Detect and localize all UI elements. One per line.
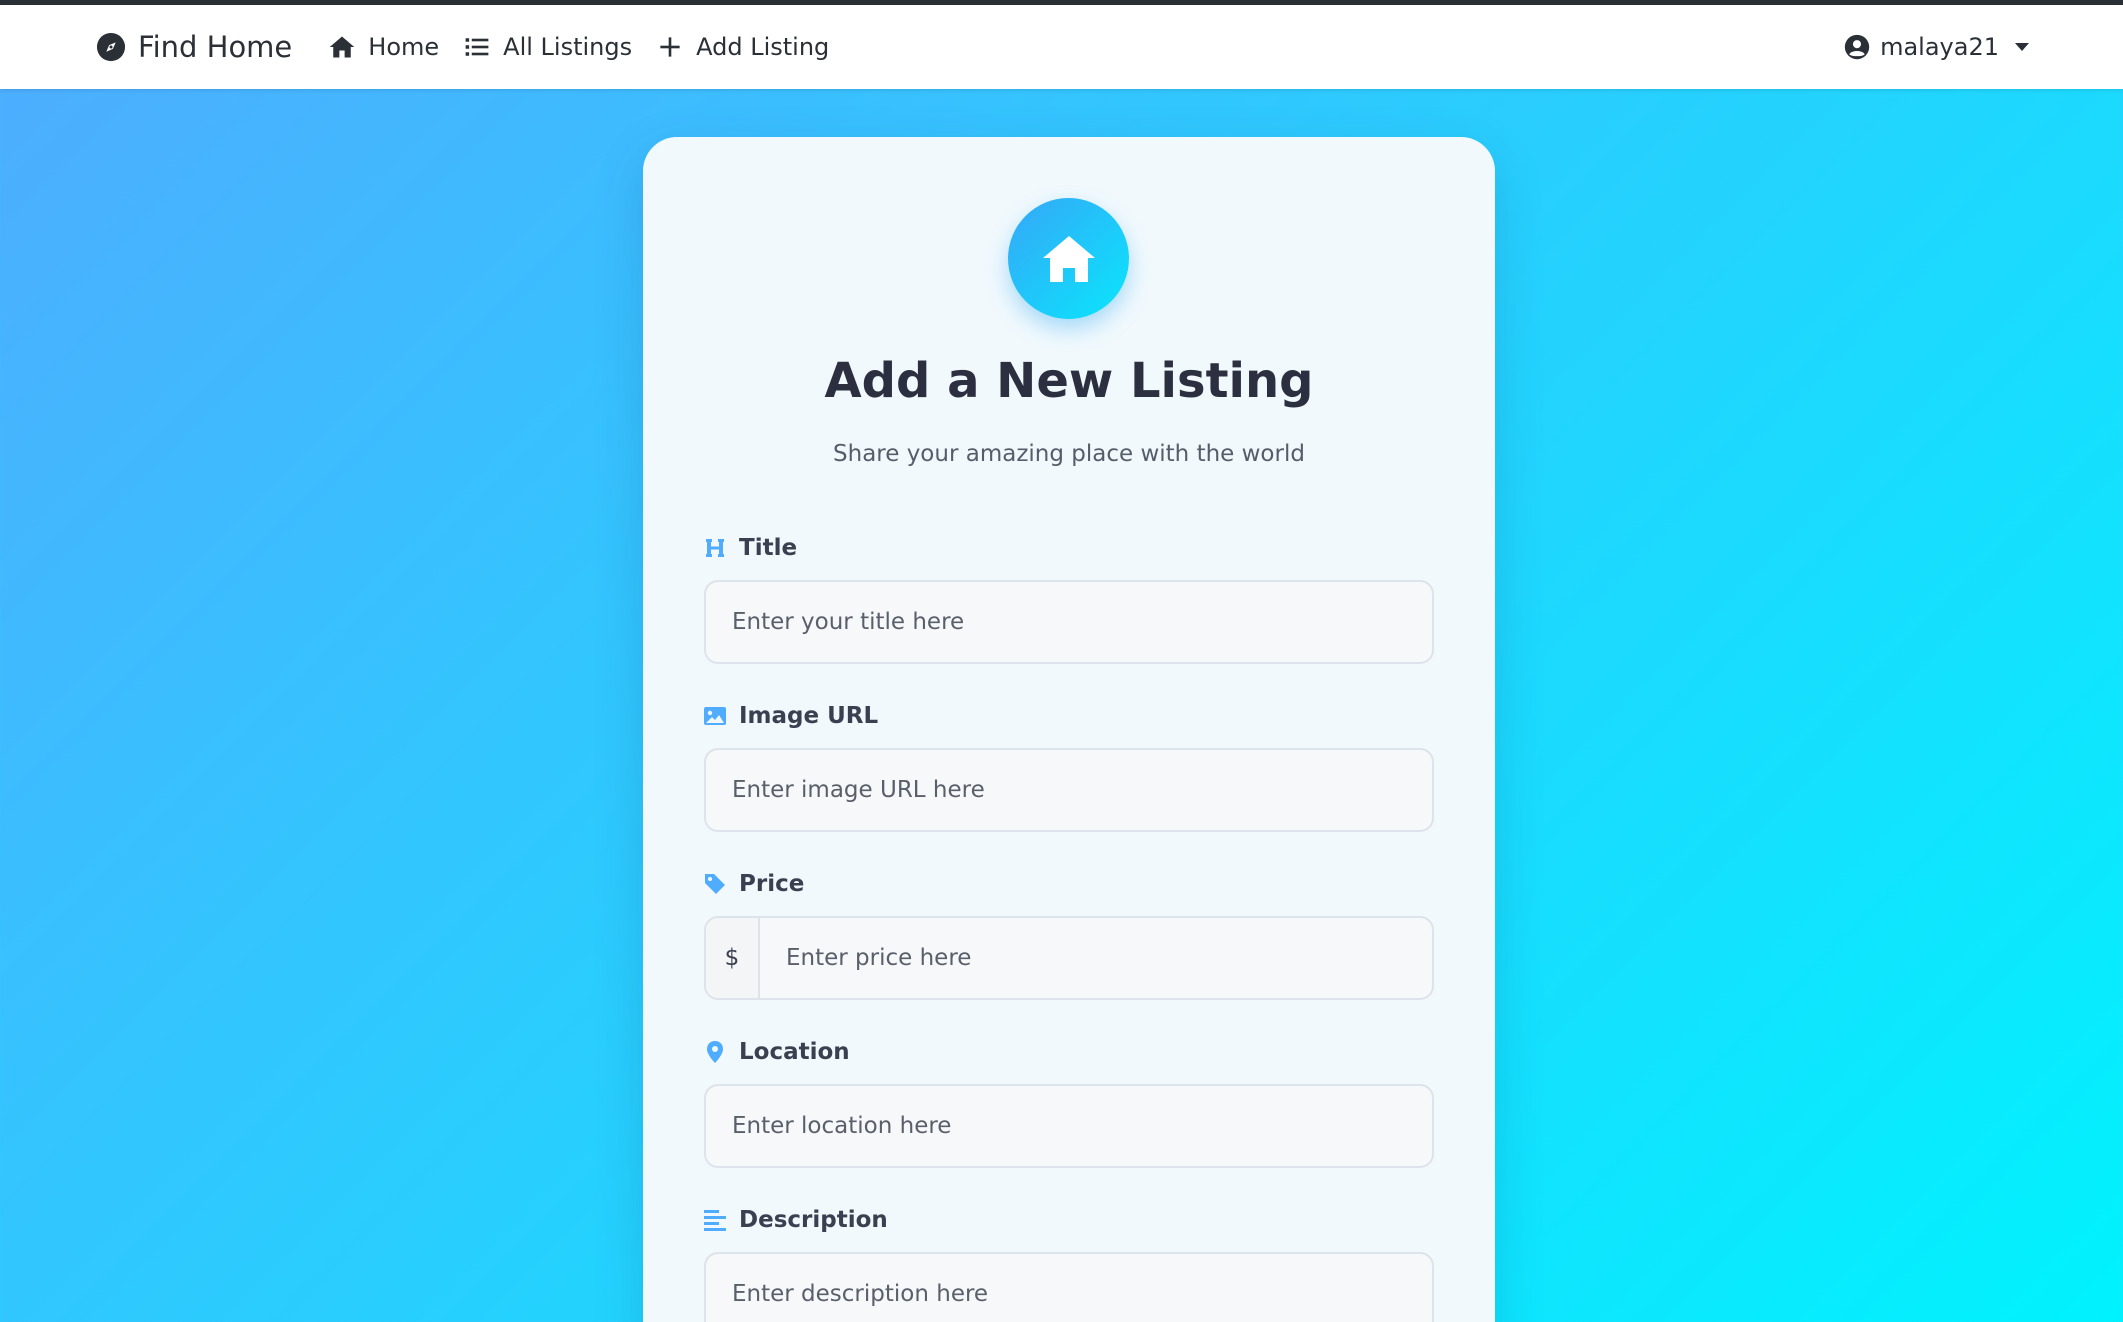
- brand-label: Find Home: [138, 30, 293, 64]
- nav-all-listings-label: All Listings: [503, 33, 633, 61]
- title-label: Title: [703, 535, 797, 561]
- username: malaya21: [1880, 33, 1999, 61]
- price-label: Price: [703, 871, 804, 897]
- location-input[interactable]: [704, 1084, 1434, 1168]
- home-icon: [1042, 235, 1095, 282]
- nav-home-link[interactable]: Home: [328, 33, 439, 61]
- image-icon: [704, 707, 726, 725]
- page-title: Add a New Listing: [824, 353, 1314, 409]
- location-pin-icon: [707, 1041, 723, 1063]
- image-url-label: Image URL: [703, 703, 878, 729]
- price-input-group: $: [704, 916, 1434, 1000]
- description-input[interactable]: [704, 1252, 1434, 1322]
- hero-home-badge: [1008, 198, 1129, 319]
- nav-links: Home All Listings Add Listing: [328, 33, 829, 61]
- price-label-text: Price: [739, 871, 805, 897]
- user-circle-icon: [1844, 34, 1870, 60]
- page-subtitle: Share your amazing place with the world: [833, 441, 1305, 467]
- chevron-down-icon: [2015, 43, 2029, 51]
- nav-home-label: Home: [368, 33, 440, 61]
- price-input[interactable]: [760, 918, 1432, 998]
- plus-icon: [660, 37, 680, 57]
- home-icon: [330, 36, 355, 58]
- heading-icon: [706, 539, 724, 557]
- location-label: Location: [703, 1039, 850, 1065]
- align-left-icon: [704, 1210, 726, 1231]
- currency-prefix: $: [706, 918, 760, 998]
- nav-add-listing-link[interactable]: Add Listing: [656, 33, 829, 61]
- navbar: Find Home Home All Listings Add Listing …: [0, 5, 2123, 89]
- description-label-text: Description: [739, 1207, 888, 1233]
- compass-icon: [96, 32, 126, 62]
- location-label-text: Location: [739, 1039, 850, 1065]
- tag-icon: [705, 874, 725, 894]
- title-input[interactable]: [704, 580, 1434, 664]
- brand-link[interactable]: Find Home: [96, 30, 292, 64]
- nav-all-listings-link[interactable]: All Listings: [463, 33, 632, 61]
- image-url-input[interactable]: [704, 748, 1434, 832]
- title-label-text: Title: [739, 535, 798, 561]
- description-label: Description: [703, 1207, 888, 1233]
- image-url-label-text: Image URL: [739, 703, 879, 729]
- nav-add-listing-label: Add Listing: [696, 33, 830, 61]
- list-icon: [465, 38, 489, 56]
- user-menu-toggle[interactable]: malaya21: [1844, 33, 2029, 61]
- add-listing-card: Add a New Listing Share your amazing pla…: [643, 137, 1495, 1322]
